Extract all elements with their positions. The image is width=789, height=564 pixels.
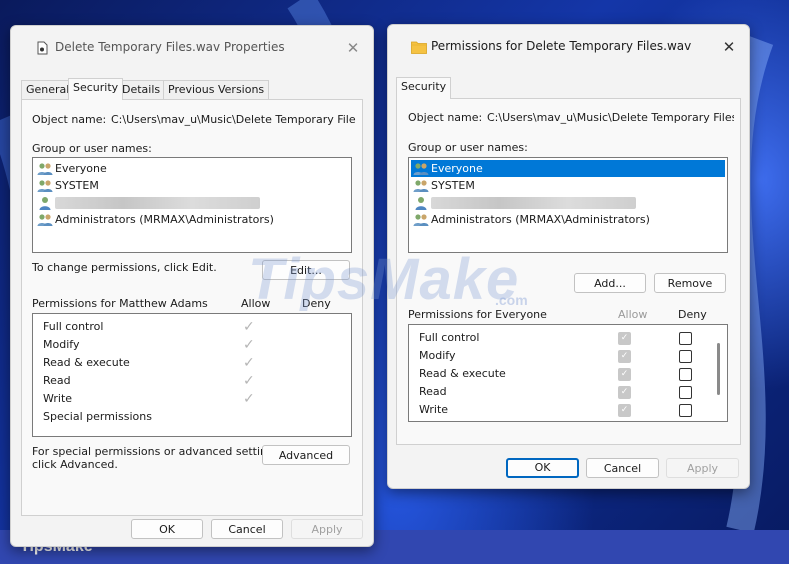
user-row-everyone[interactable]: Everyone (35, 160, 349, 177)
permission-read: Read (419, 385, 447, 398)
single-user-icon (413, 196, 429, 210)
user-row-everyone[interactable]: Everyone (411, 160, 725, 177)
user-name: SYSTEM (55, 179, 99, 192)
user-row-system[interactable]: SYSTEM (411, 177, 725, 194)
users-group-icon (37, 179, 53, 193)
group-names-label: Group or user names: (408, 141, 528, 154)
tab-general[interactable]: General (21, 80, 75, 99)
redacted-user-name (431, 197, 636, 209)
users-group-icon (413, 179, 429, 193)
allow-checkmark-icon: ✓ (243, 373, 255, 389)
properties-title: Delete Temporary Files.wav Properties (55, 40, 285, 54)
properties-apply-button[interactable]: Apply (291, 519, 363, 539)
object-name-label: Object name: (32, 113, 107, 126)
permission-read: Read (43, 374, 71, 387)
permissions-close-button[interactable]: ✕ (717, 35, 741, 59)
allow-checkbox[interactable]: ✓ (618, 386, 631, 399)
object-name-value: C:\Users\mav_u\Music\Delete Temporary Fi… (487, 111, 734, 124)
object-name-label: Object name: (408, 111, 483, 124)
redacted-user-name (55, 197, 260, 209)
permission-modify: Modify (43, 338, 80, 351)
allow-column-header: Allow (618, 308, 648, 321)
allow-checkmark-icon: ✓ (243, 391, 255, 407)
permissions-window[interactable]: Permissions for Delete Temporary Files.w… (387, 24, 750, 489)
special-permissions-text: For special permissions or advanced sett… (32, 445, 284, 458)
permissions-list[interactable]: Full control ✓ Modify ✓ Read & execute ✓… (408, 324, 728, 422)
user-name: Administrators (MRMAX\Administrators) (55, 213, 274, 226)
remove-button[interactable]: Remove (654, 273, 726, 293)
permission-full-control: Full control (43, 320, 104, 333)
user-name: Everyone (55, 162, 107, 175)
allow-checkbox[interactable]: ✓ (618, 350, 631, 363)
deny-checkbox[interactable] (679, 332, 692, 345)
user-row-administrators[interactable]: Administrators (MRMAX\Administrators) (411, 211, 725, 228)
advanced-button[interactable]: Advanced (262, 445, 350, 465)
deny-column-header: Deny (678, 308, 707, 321)
add-button[interactable]: Add... (574, 273, 646, 293)
user-name: SYSTEM (431, 179, 475, 192)
deny-checkbox[interactable] (679, 386, 692, 399)
permission-special: Special permissions (43, 410, 152, 423)
allow-checkbox[interactable]: ✓ (618, 368, 631, 381)
tab-security[interactable]: Security (396, 77, 452, 99)
audio-file-icon (37, 41, 48, 55)
special-permissions-text-2: click Advanced. (32, 458, 118, 471)
permission-write: Write (43, 392, 73, 405)
change-permissions-text: To change permissions, click Edit. (32, 261, 217, 274)
deny-checkbox[interactable] (679, 350, 692, 363)
permissions-tab-panel: Object name: C:\Users\mav_u\Music\Delete… (396, 98, 741, 445)
user-name: Everyone (431, 162, 483, 175)
allow-checkbox[interactable]: ✓ (618, 332, 631, 345)
permission-full-control: Full control (419, 331, 480, 344)
allow-checkmark-icon: ✓ (243, 337, 255, 353)
deny-checkbox[interactable] (679, 368, 692, 381)
user-name: Administrators (MRMAX\Administrators) (431, 213, 650, 226)
tab-security[interactable]: Security (68, 78, 124, 100)
folder-icon (411, 41, 427, 54)
permission-read-execute: Read & execute (419, 367, 506, 380)
permissions-cancel-button[interactable]: Cancel (586, 458, 659, 478)
users-group-icon (413, 213, 429, 227)
user-row-system[interactable]: SYSTEM (35, 177, 349, 194)
security-tab-panel: Object name: C:\Users\mav_u\Music\Delete… (21, 99, 363, 516)
user-list[interactable]: Everyone SYSTEM Administrators (MRMAX\Ad… (408, 157, 728, 253)
user-row-redacted[interactable] (35, 194, 349, 211)
properties-ok-button[interactable]: OK (131, 519, 203, 539)
allow-checkmark-icon: ✓ (243, 319, 255, 335)
properties-titlebar[interactable]: Delete Temporary Files.wav Properties ✕ (11, 26, 373, 70)
user-row-administrators[interactable]: Administrators (MRMAX\Administrators) (35, 211, 349, 228)
users-group-icon (37, 213, 53, 227)
edit-button[interactable]: Edit... (262, 260, 350, 280)
permission-modify: Modify (419, 349, 456, 362)
allow-column-header: Allow (241, 297, 271, 310)
properties-close-button[interactable]: ✕ (341, 36, 365, 60)
permissions-scrollbar[interactable] (717, 343, 720, 395)
allow-checkbox[interactable]: ✓ (618, 404, 631, 417)
group-names-label: Group or user names: (32, 142, 152, 155)
object-name-value: C:\Users\mav_u\Music\Delete Temporary Fi… (111, 113, 356, 126)
permissions-list: Full control ✓ Modify ✓ Read & execute ✓… (32, 313, 352, 437)
tab-previous-versions[interactable]: Previous Versions (163, 80, 270, 99)
single-user-icon (37, 196, 53, 210)
permissions-for-label: Permissions for Matthew Adams (32, 297, 208, 310)
allow-checkmark-icon: ✓ (243, 355, 255, 371)
permissions-title: Permissions for Delete Temporary Files.w… (431, 39, 692, 53)
permission-write: Write (419, 403, 449, 416)
properties-window[interactable]: Delete Temporary Files.wav Properties ✕ … (10, 25, 374, 547)
users-group-icon (413, 162, 429, 176)
permissions-titlebar[interactable]: Permissions for Delete Temporary Files.w… (388, 25, 749, 69)
tab-details[interactable]: Details (117, 80, 166, 99)
users-group-icon (37, 162, 53, 176)
properties-cancel-button[interactable]: Cancel (211, 519, 283, 539)
permissions-ok-button[interactable]: OK (506, 458, 579, 478)
deny-column-header: Deny (302, 297, 331, 310)
permissions-for-label: Permissions for Everyone (408, 308, 547, 321)
user-row-redacted[interactable] (411, 194, 725, 211)
permission-read-execute: Read & execute (43, 356, 130, 369)
user-list[interactable]: Everyone SYSTEM Administrators (MRMAX\Ad… (32, 157, 352, 253)
permissions-apply-button[interactable]: Apply (666, 458, 739, 478)
deny-checkbox[interactable] (679, 404, 692, 417)
